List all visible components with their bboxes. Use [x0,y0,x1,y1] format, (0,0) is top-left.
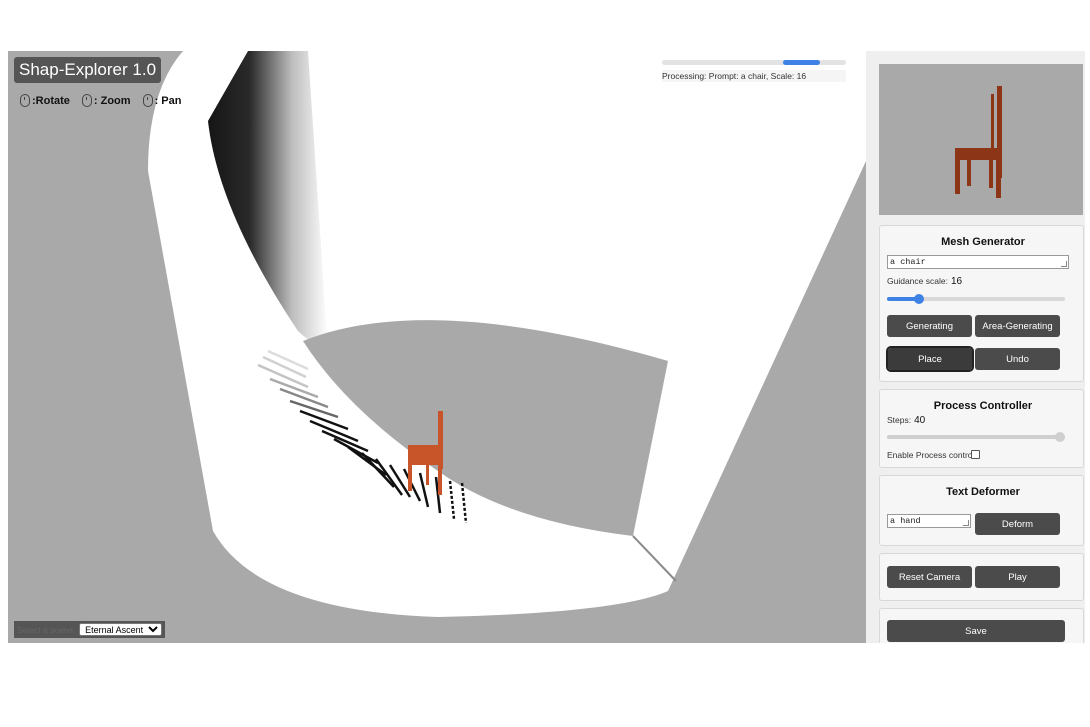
scene-picker-label: Select a scene: [17,624,76,635]
app-title: Shap-Explorer 1.0 [14,57,162,83]
scene-render [148,51,866,617]
mesh-generator-card: Mesh Generator a chair Guidance scale: 16… [879,225,1084,382]
progress-status: Processing: Prompt: a chair, Scale: 16 [662,70,846,82]
scene-select[interactable]: Eternal Ascent [79,623,163,636]
steps-knob[interactable] [1055,432,1065,442]
generating-button[interactable]: Generating [887,315,972,337]
mouse-left-icon [20,94,30,107]
hint-rotate: :Rotate [20,94,70,107]
guidance-scale-knob[interactable] [914,294,925,304]
hint-zoom: : Zoom [81,94,131,107]
guidance-scale-row: Guidance scale: 16 [887,276,1079,287]
mesh-generator-title: Mesh Generator [941,236,1025,248]
mouse-wheel-icon [81,94,92,107]
enable-process-label: Enable Process control [887,450,975,460]
enable-process-checkbox[interactable] [971,450,980,459]
progress-area: Processing: Prompt: a chair, Scale: 16 [662,60,846,82]
place-button[interactable]: Place [886,346,974,372]
steps-label: Steps: [887,415,912,425]
guidance-scale-slider[interactable] [887,294,1065,304]
reset-camera-button[interactable]: Reset Camera [887,566,972,588]
preview-chair-render [955,86,1002,198]
area-generating-button[interactable]: Area-Generating [975,315,1060,337]
hint-rotate-label: :Rotate [32,94,70,107]
guidance-scale-label: Guidance scale: [887,276,948,286]
steps-row: Steps: 40 [887,415,1079,426]
save-card: Save [879,608,1084,643]
progress-fill [783,60,821,65]
steps-slider[interactable] [887,432,1065,442]
app-window: Shap-Explorer 1.0 :Rotate : Zoom : Pan P… [8,51,1085,643]
3d-viewport[interactable]: Shap-Explorer 1.0 :Rotate : Zoom : Pan P… [8,51,866,643]
guidance-scale-value: 16 [950,276,963,287]
hint-pan-label: : Pan [154,94,182,107]
steps-fill [887,435,1065,439]
deform-button[interactable]: Deform [975,513,1060,535]
steps-value: 40 [914,415,926,426]
mesh-prompt-input[interactable]: a chair [887,255,1069,269]
hint-pan: : Pan [142,94,182,107]
text-deformer-title: Text Deformer [946,486,1020,498]
play-button[interactable]: Play [975,566,1060,588]
text-deformer-card: Text Deformer a hand Deform [879,475,1084,546]
mouse-right-icon [142,94,153,107]
progress-bar [662,60,846,65]
save-button[interactable]: Save [887,620,1065,642]
control-panel: Mesh Generator a chair Guidance scale: 16… [866,51,1085,643]
deform-prompt-input[interactable]: a hand [887,514,971,528]
mouse-hints: :Rotate : Zoom : Pan [20,94,181,107]
process-controller-title: Process Controller [933,400,1033,412]
process-controller-card: Process Controller Steps: 40 Enable Proce… [879,389,1084,468]
camera-controls-card: Reset Camera Play [879,553,1084,601]
hint-zoom-label: : Zoom [93,94,131,107]
undo-button[interactable]: Undo [975,348,1060,370]
preview-viewport[interactable] [879,64,1083,215]
scene-picker: Select a scene: Eternal Ascent [14,621,166,638]
